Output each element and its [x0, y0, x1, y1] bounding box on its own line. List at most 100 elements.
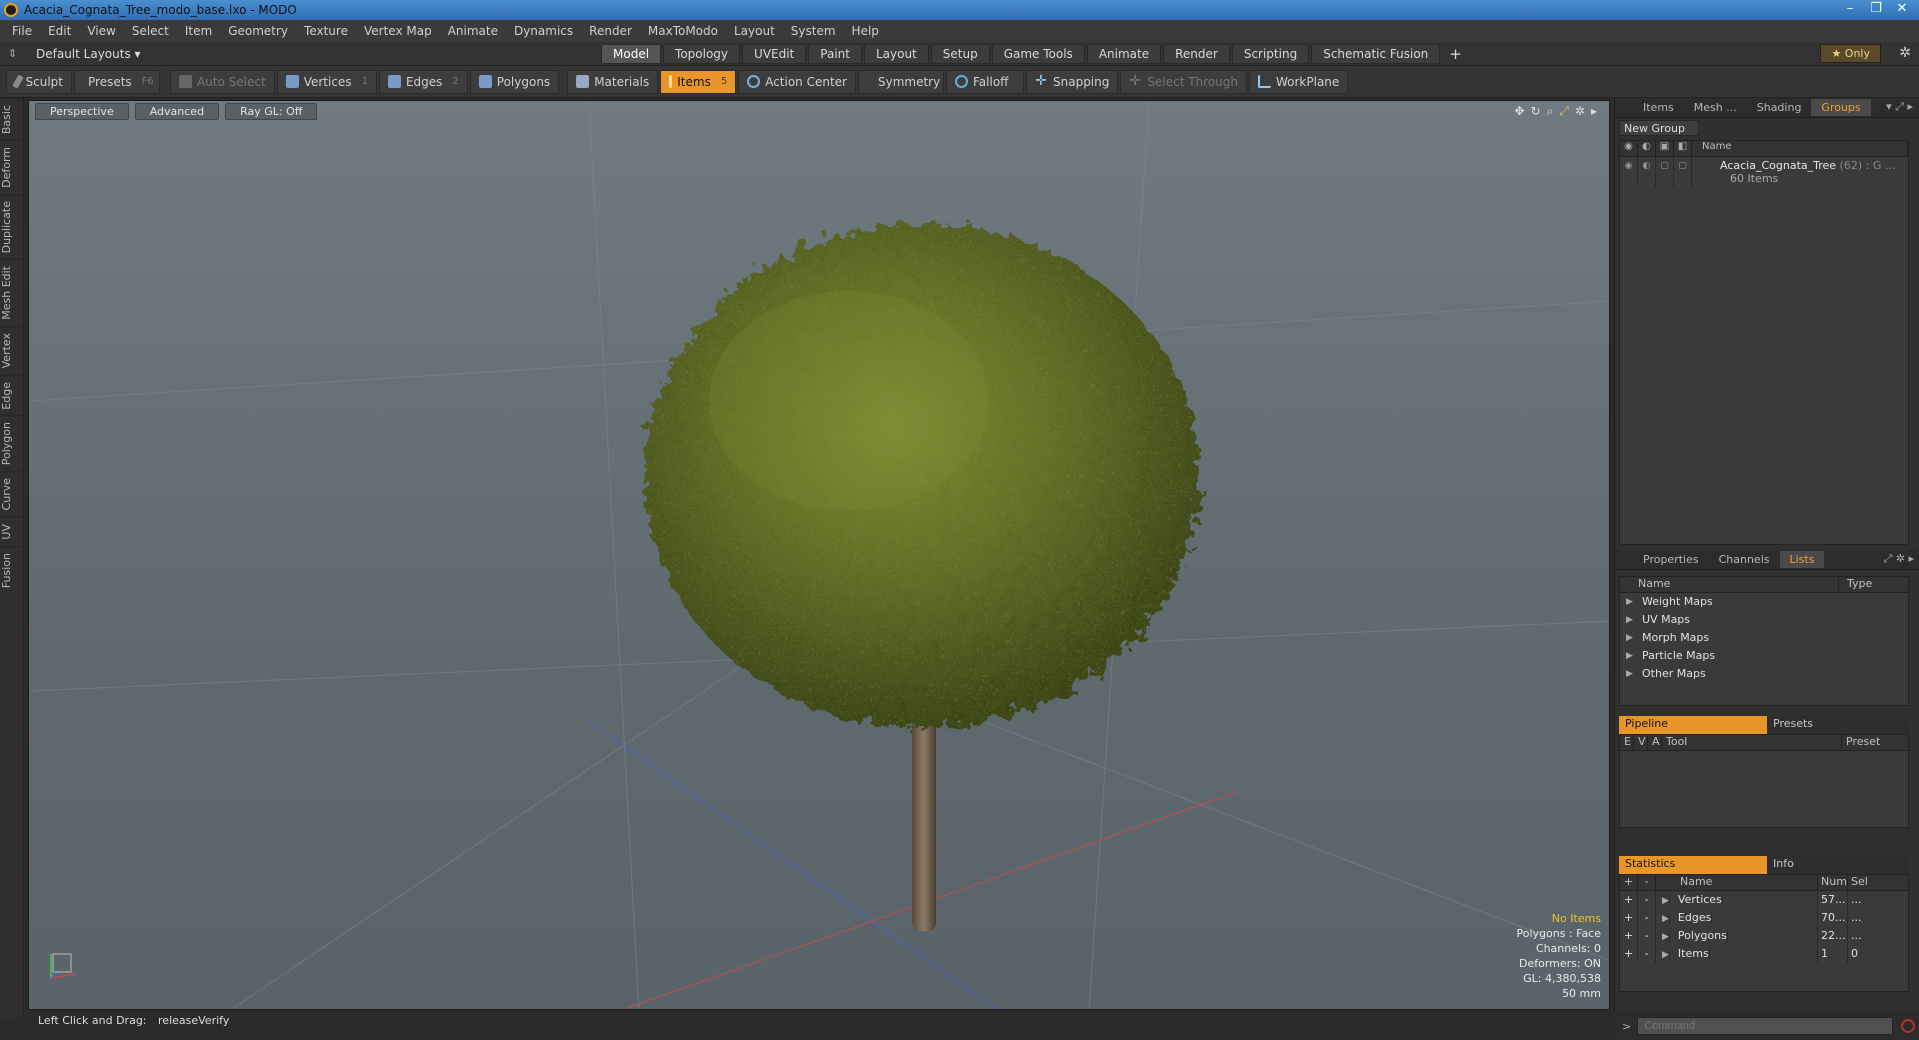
list-item[interactable]: ▶ Other Maps: [1620, 665, 1908, 683]
add-tab-icon[interactable]: +: [1449, 45, 1462, 63]
tab-groups[interactable]: Groups: [1811, 99, 1871, 116]
render-toggle-icon[interactable]: ◐: [1638, 157, 1656, 187]
expand-arrow-icon[interactable]: ▶: [1662, 950, 1670, 960]
list-item[interactable]: ▶ UV Maps: [1620, 611, 1908, 629]
menu-file[interactable]: File: [4, 24, 40, 38]
add-to-selection-button[interactable]: +: [1620, 927, 1638, 945]
tab-mesh[interactable]: Mesh ...: [1684, 99, 1747, 116]
rotate-icon[interactable]: ↻: [1531, 104, 1541, 119]
add-to-selection-button[interactable]: +: [1620, 891, 1638, 909]
presets-button[interactable]: Presets F6: [74, 69, 160, 94]
expand-arrow-icon[interactable]: ▶: [1662, 896, 1670, 906]
tab-render[interactable]: Render: [1163, 43, 1230, 64]
expand-arrow-icon[interactable]: ▶: [1626, 611, 1642, 629]
perspective-dropdown[interactable]: Perspective: [35, 103, 129, 120]
tab-animate[interactable]: Animate: [1086, 43, 1162, 64]
add-to-selection-button[interactable]: +: [1620, 909, 1638, 927]
tab-scripting[interactable]: Scripting: [1231, 43, 1310, 64]
record-macro-icon[interactable]: [1901, 1019, 1916, 1033]
menu-maxtomodo[interactable]: MaxToModo: [640, 24, 726, 38]
symmetry-button[interactable]: Symmetry: [858, 69, 944, 94]
maximize-button[interactable]: ❐: [1863, 0, 1889, 18]
palette-tab-vertex[interactable]: Vertex: [0, 326, 24, 375]
menu-animate[interactable]: Animate: [440, 24, 506, 38]
tab-shading[interactable]: Shading: [1747, 99, 1812, 116]
workplane-button[interactable]: WorkPlane: [1248, 69, 1349, 94]
palette-tab-mesh-edit[interactable]: Mesh Edit: [0, 259, 24, 327]
tab-schematic-fusion[interactable]: Schematic Fusion: [1311, 43, 1441, 64]
snapping-button[interactable]: ✛ Snapping: [1026, 69, 1119, 94]
tab-channels[interactable]: Channels: [1709, 551, 1780, 568]
list-item[interactable]: ▶ Weight Maps: [1620, 593, 1908, 611]
list-item[interactable]: ▶ Particle Maps: [1620, 647, 1908, 665]
select-toggle-icon[interactable]: ▢: [1674, 157, 1692, 187]
menu-select[interactable]: Select: [124, 24, 177, 38]
lock-toggle-icon[interactable]: ▢: [1656, 157, 1674, 187]
expand-arrow-icon[interactable]: ▶: [1626, 629, 1642, 647]
expand-arrow-icon[interactable]: ▶: [1626, 647, 1642, 665]
new-group-button[interactable]: New Group: [1619, 120, 1699, 136]
viewport-gear-icon[interactable]: ✲: [1575, 104, 1585, 119]
vertices-button[interactable]: Vertices 1: [276, 69, 377, 94]
remove-from-selection-button[interactable]: -: [1638, 909, 1656, 927]
lists-panel-options-icon[interactable]: ⤢ ✲ ▸: [1883, 552, 1914, 566]
menu-vertex-map[interactable]: Vertex Map: [356, 24, 440, 38]
tab-properties[interactable]: Properties: [1633, 551, 1709, 568]
command-input[interactable]: [1637, 1017, 1894, 1035]
shading-advanced-dropdown[interactable]: Advanced: [134, 103, 220, 120]
add-to-selection-button[interactable]: +: [1620, 945, 1638, 963]
edges-button[interactable]: Edges 2: [378, 69, 468, 94]
menu-system[interactable]: System: [783, 24, 844, 38]
raygl-toggle[interactable]: Ray GL: Off: [225, 103, 318, 120]
palette-tab-edge[interactable]: Edge: [0, 374, 24, 416]
tab-uvedit[interactable]: UVEdit: [742, 43, 807, 64]
menu-render[interactable]: Render: [581, 24, 640, 38]
tab-statistics[interactable]: Statistics: [1619, 856, 1767, 874]
sculpt-button[interactable]: Sculpt: [6, 69, 72, 94]
expand-arrow-icon[interactable]: ▶: [1626, 593, 1642, 611]
tab-topology[interactable]: Topology: [663, 43, 741, 64]
expand-arrow-icon[interactable]: ▶: [1662, 932, 1670, 942]
tab-model[interactable]: Model: [601, 43, 662, 64]
eye-icon[interactable]: ◉: [1620, 157, 1638, 187]
remove-from-selection-button[interactable]: -: [1638, 945, 1656, 963]
tab-setup[interactable]: Setup: [930, 43, 990, 64]
menu-layout[interactable]: Layout: [726, 24, 783, 38]
select-through-button[interactable]: ✛ Select Through: [1120, 69, 1247, 94]
palette-tab-curve[interactable]: Curve: [0, 471, 24, 517]
palette-tab-duplicate[interactable]: Duplicate: [0, 194, 24, 260]
maximize-viewport-icon[interactable]: ⤢: [1559, 104, 1569, 119]
3d-viewport[interactable]: Perspective Advanced Ray GL: Off ✥ ↻ ⌕ ⤢…: [28, 100, 1610, 1010]
menu-dynamics[interactable]: Dynamics: [506, 24, 581, 38]
remove-from-selection-button[interactable]: -: [1638, 891, 1656, 909]
layout-collapse-icon[interactable]: ⇕: [8, 47, 24, 60]
materials-button[interactable]: Materials: [567, 69, 659, 94]
menu-texture[interactable]: Texture: [296, 24, 356, 38]
zoom-icon[interactable]: ⌕: [1547, 104, 1554, 119]
table-row[interactable]: + - ▶ Edges 70... ...: [1620, 909, 1908, 927]
remove-from-selection-button[interactable]: -: [1638, 927, 1656, 945]
close-button[interactable]: ✕: [1889, 0, 1915, 18]
table-row[interactable]: + - ▶ Items 1 0: [1620, 945, 1908, 963]
action-center-button[interactable]: Action Center: [738, 69, 856, 94]
tab-items[interactable]: Items: [1633, 99, 1684, 116]
table-row[interactable]: + - ▶ Vertices 57... ...: [1620, 891, 1908, 909]
tab-layout[interactable]: Layout: [863, 43, 929, 64]
tab-info[interactable]: Info: [1767, 856, 1909, 874]
menu-edit[interactable]: Edit: [40, 24, 79, 38]
palette-tab-uv[interactable]: UV: [0, 516, 24, 546]
list-item[interactable]: ▶ Morph Maps: [1620, 629, 1908, 647]
menu-item[interactable]: Item: [177, 24, 220, 38]
menu-view[interactable]: View: [79, 24, 123, 38]
panel-expand-icon[interactable]: ▾ ⤢ ▸: [1886, 100, 1913, 114]
tab-presets[interactable]: Presets: [1767, 716, 1909, 734]
group-row[interactable]: ◉ ◐ ▢ ▢ Acacia_Cognata_Tree (62) : G ...…: [1620, 157, 1908, 187]
auto-select-button[interactable]: Auto Select: [170, 69, 275, 94]
table-row[interactable]: + - ▶ Polygons 22... ...: [1620, 927, 1908, 945]
minimize-button[interactable]: –: [1837, 0, 1863, 18]
menu-help[interactable]: Help: [844, 24, 887, 38]
default-layouts-dropdown[interactable]: Default Layouts ▾: [36, 47, 141, 61]
tab-pipeline[interactable]: Pipeline: [1619, 716, 1767, 734]
palette-tab-basic[interactable]: Basic: [0, 98, 24, 141]
palette-tab-deform[interactable]: Deform: [0, 140, 24, 195]
